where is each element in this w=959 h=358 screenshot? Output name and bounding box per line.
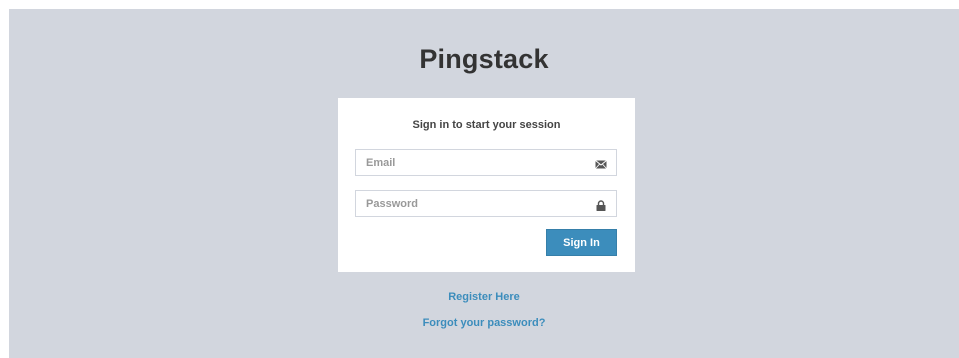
sign-in-button[interactable]: Sign In: [546, 229, 617, 256]
forgot-password-link[interactable]: Forgot your password?: [9, 317, 959, 329]
email-field-group: [355, 149, 617, 176]
lock-icon: [595, 198, 607, 211]
password-field[interactable]: [356, 191, 596, 216]
login-box-message: Sign in to start your session: [412, 119, 561, 131]
email-field[interactable]: [356, 150, 596, 175]
login-box: Sign in to start your session Email Sign…: [338, 98, 635, 272]
login-page: Pingstack Sign in to start your session: [9, 9, 959, 358]
brand-title: Pingstack: [419, 44, 549, 74]
register-link[interactable]: Register Here: [9, 291, 959, 303]
password-field-group: [355, 190, 617, 217]
envelope-icon: [595, 157, 607, 169]
